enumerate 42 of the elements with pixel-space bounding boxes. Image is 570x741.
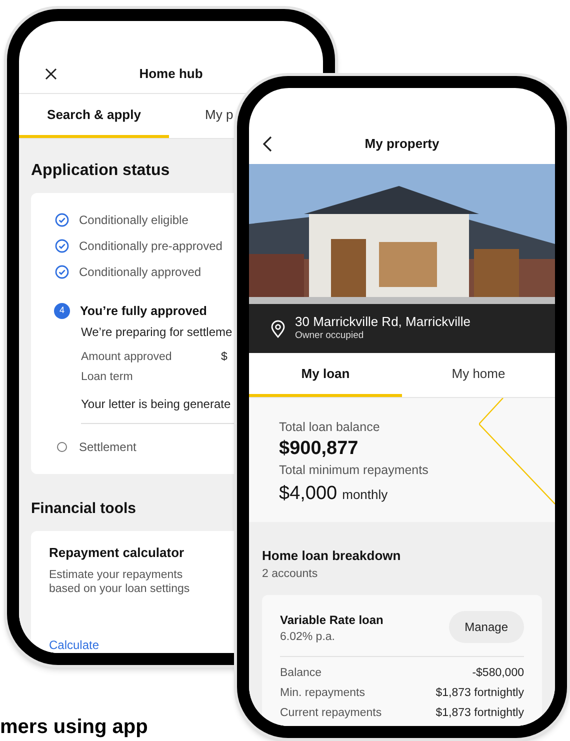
card-title: Repayment calculator [49,544,184,562]
balance-amount: $900,877 [279,436,360,461]
row-value: $1,873 fortnightly [436,706,524,721]
letter-note: Your letter is being generate [81,396,231,413]
back-icon[interactable] [263,136,272,152]
detail-label: Loan term [81,370,134,385]
loan-name: Variable Rate loan [280,612,384,629]
location-pin-icon [271,320,285,338]
row-label: Current repayments [280,706,382,721]
row-label: Balance [280,666,322,681]
section-heading: Application status [31,161,171,181]
account-count: 2 accounts [262,566,319,582]
detail-label: Amount approved [81,350,173,365]
manage-button[interactable]: Manage [448,610,524,643]
repayments-amount: $4,000 [279,482,338,506]
step-subtitle: We’re preparing for settleme [81,324,232,341]
balance-label: Total loan balance [279,419,381,436]
address: 30 Marrickville Rd, Marrickville [295,314,471,329]
tab[interactable]: My p [169,94,231,138]
screen-title: My property [364,135,440,154]
row-value: $1,873 fortnightly [436,686,524,701]
page-heading: mers using app [0,715,148,739]
row-value: -$580,000 [472,666,524,681]
step-number: 4 [54,303,70,319]
calculate-link[interactable]: Calculate [49,636,100,653]
loan-rate: 6.02% p.a. [280,630,336,645]
screen-title: Home hub [139,65,203,84]
step-label: Settlement [79,439,136,456]
repayments-period: monthly [342,486,388,504]
step-label: Conditionally pre-approved [79,238,222,255]
close-icon[interactable] [45,68,57,80]
section-heading: Financial tools [31,499,138,519]
section-heading: Home loan breakdown [262,547,402,565]
detail-value: $ [221,350,228,365]
step-label: Conditionally approved [79,264,202,281]
repayments-label: Total minimum repayments [279,462,430,479]
step-title: You’re fully approved [80,302,207,320]
occupancy: Owner occupied [295,328,365,343]
row-label: Min. repayments [280,686,366,701]
tab[interactable]: My home [402,353,555,397]
step-label: Conditionally eligible [79,212,188,229]
card-description: Estimate your repayments based on your loan settings [49,568,191,596]
